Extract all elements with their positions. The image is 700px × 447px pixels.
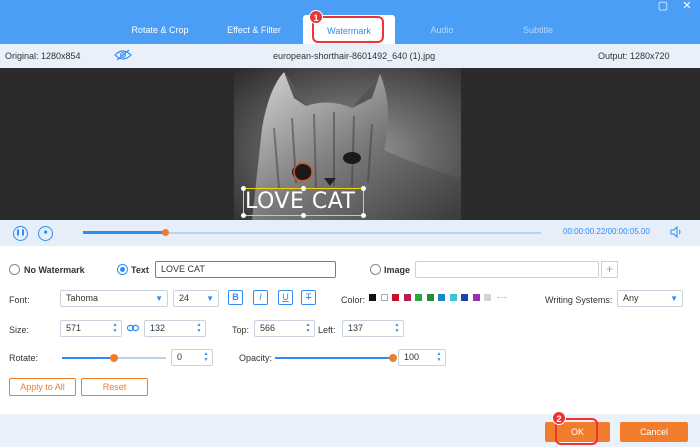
font-size-select[interactable]: 24 ▼ [173, 290, 219, 307]
preview-image: LOVE CAT [234, 68, 461, 220]
color-swatch[interactable] [449, 294, 457, 301]
chevron-down-icon: ▼ [206, 294, 214, 303]
font-family-select[interactable]: Tahoma ▼ [60, 290, 168, 307]
stepper-icon[interactable]: ▲ ▼ [305, 322, 311, 335]
output-resolution: Output: 1280x720 [598, 51, 670, 61]
opacity-label: Opacity: [239, 353, 273, 363]
color-swatch[interactable] [415, 294, 422, 301]
current-time: 00:00:00.22 [563, 227, 606, 236]
stepper-icon[interactable]: ▲ ▼ [203, 351, 209, 364]
watermark-bounding-box[interactable]: LOVE CAT [241, 186, 366, 218]
stepper-icon[interactable]: ▲ ▼ [196, 322, 202, 335]
underline-button[interactable]: U [278, 290, 293, 305]
writing-systems-select[interactable]: Any ▼ [617, 290, 683, 307]
stepper-icon[interactable]: ▲ ▼ [112, 322, 118, 335]
color-swatch[interactable] [461, 294, 468, 301]
stepper-icon[interactable]: ▲ ▼ [436, 351, 442, 364]
total-time: 00:00:05.00 [607, 227, 650, 236]
apply-to-all-button[interactable]: Apply to All [9, 378, 76, 396]
top-input[interactable]: 566 ▲ ▼ [254, 320, 315, 337]
width-value: 571 [66, 323, 82, 333]
timeline-progress [83, 231, 166, 234]
no-watermark-label: No Watermark [24, 265, 85, 275]
rotate-label: Rotate: [9, 353, 39, 363]
left-value: 137 [348, 323, 364, 333]
rotate-value: 0 [177, 352, 183, 362]
color-swatch[interactable] [438, 294, 445, 301]
watermark-overlay-text: LOVE CAT [245, 189, 356, 214]
cancel-button[interactable]: Cancel [620, 422, 688, 442]
chevron-down-icon: ▼ [670, 294, 678, 303]
file-name: european-shorthair-8601492_640 (1).jpg [273, 51, 436, 61]
color-swatch[interactable] [426, 294, 434, 301]
stop-icon[interactable]: ■ [38, 226, 53, 241]
font-family-value: Tahoma [66, 293, 99, 303]
left-label: Left: [318, 325, 336, 335]
image-watermark-label: Image [384, 265, 411, 275]
top-value: 566 [260, 323, 276, 333]
top-label: Top: [232, 325, 250, 335]
rotate-slider-handle[interactable] [110, 354, 118, 362]
stepper-icon[interactable]: ▲ ▼ [394, 322, 400, 335]
height-value: 132 [150, 323, 166, 333]
add-image-button[interactable]: + [601, 261, 618, 278]
rotate-slider-fill [62, 357, 114, 359]
bold-button[interactable]: B [228, 290, 243, 305]
tab-rotate-crop[interactable]: Rotate & Crop [120, 18, 200, 42]
step-badge-2: 2 [552, 411, 566, 425]
italic-button[interactable]: I [253, 290, 268, 305]
font-label: Font: [9, 295, 30, 305]
timecode: 00:00:00.22/00:00:05.00 [563, 227, 650, 236]
volume-icon[interactable] [670, 225, 682, 239]
info-bar: Original: 1280x854 european-shorthair-86… [0, 44, 700, 68]
writing-systems-label: Writing Systems: [545, 295, 613, 305]
more-colors-button[interactable]: ··· [497, 292, 507, 303]
color-swatch[interactable] [369, 294, 376, 301]
text-watermark-label: Text [131, 265, 149, 275]
color-swatch[interactable] [380, 294, 388, 301]
chevron-down-icon: ▼ [155, 294, 163, 303]
reset-button[interactable]: Reset [81, 378, 148, 396]
height-input[interactable]: 132 ▲ ▼ [144, 320, 206, 337]
watermark-tab-callout [312, 16, 384, 43]
rotate-input[interactable]: 0 ▲ ▼ [171, 349, 213, 366]
no-watermark-radio[interactable] [9, 264, 20, 275]
font-size-value: 24 [179, 293, 190, 303]
left-input[interactable]: 137 ▲ ▼ [342, 320, 404, 337]
pause-icon[interactable]: ❚❚ [13, 226, 28, 241]
eye-icon[interactable] [114, 49, 132, 63]
link-icon[interactable] [126, 323, 140, 335]
opacity-value: 100 [404, 352, 420, 362]
width-input[interactable]: 571 ▲ ▼ [60, 320, 122, 337]
writing-systems-value: Any [623, 293, 639, 303]
restore-icon[interactable]: ▢ [655, 0, 671, 14]
opacity-input[interactable]: 100 ▲ ▼ [398, 349, 446, 366]
opacity-slider-fill [275, 357, 393, 359]
watermark-text-input[interactable]: LOVE CAT [155, 261, 336, 278]
step-badge-1: 1 [309, 10, 323, 24]
color-swatch[interactable] [472, 294, 480, 301]
tab-audio[interactable]: Audio [414, 18, 470, 42]
color-swatch[interactable] [484, 294, 491, 301]
text-watermark-radio[interactable] [117, 264, 128, 275]
image-path-input[interactable] [415, 261, 599, 278]
color-swatch[interactable] [392, 294, 399, 301]
tab-subtitle[interactable]: Subtitle [508, 18, 568, 42]
strikethrough-button[interactable]: T [301, 290, 316, 305]
tab-effect-filter[interactable]: Effect & Filter [214, 18, 294, 42]
color-label: Color: [341, 295, 366, 305]
opacity-slider-handle[interactable] [389, 354, 397, 362]
close-icon[interactable]: ✕ [679, 0, 695, 14]
color-swatch[interactable] [403, 294, 411, 301]
image-watermark-radio[interactable] [370, 264, 381, 275]
size-label: Size: [9, 325, 30, 335]
original-resolution: Original: 1280x854 [5, 51, 81, 61]
